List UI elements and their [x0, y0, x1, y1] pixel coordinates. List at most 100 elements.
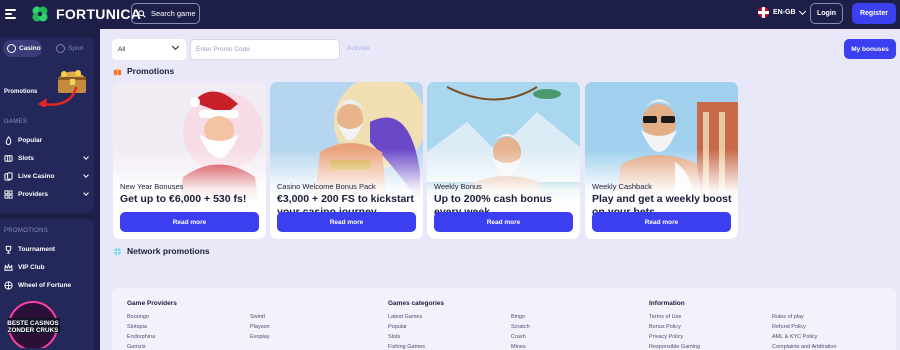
read-more-button[interactable]: Read more	[120, 212, 259, 232]
slots-icon	[4, 155, 13, 162]
footer-link[interactable]: Latest Games	[388, 314, 422, 320]
promotions-section-title: PROMOTIONS	[4, 228, 49, 234]
footer-link[interactable]: Fishing Games	[388, 344, 425, 350]
badge-line-1: BESTE CASINOS	[7, 320, 58, 327]
footer-column-title: Game Providers	[127, 300, 177, 307]
chevron-down-icon	[83, 172, 89, 178]
search-game-button[interactable]: Search game	[131, 3, 200, 24]
sidebar-item-label: Live Casino	[18, 173, 55, 180]
sidebar-item-label: Wheel of Fortune	[18, 282, 72, 289]
sidebar-item-label: Providers	[18, 191, 48, 198]
gift-icon	[113, 67, 122, 75]
footer-link[interactable]: Scratch	[511, 324, 530, 330]
beste-casinos-badge-logo: BESTE CASINOS ZONDER CRUKS	[7, 301, 60, 348]
language-selector[interactable]: EN-GB	[758, 7, 806, 18]
footer-link[interactable]: Swintt	[250, 314, 265, 320]
read-more-button[interactable]: Read more	[592, 212, 731, 232]
login-button[interactable]: Login	[810, 3, 843, 24]
sidebar-item-live-casino[interactable]: Live Casino	[4, 172, 89, 181]
promo-code-input[interactable]	[190, 39, 340, 60]
promo-card-welcome-pack[interactable]: Casino Welcome Bonus Pack €3,000 + 200 F…	[270, 82, 423, 239]
tab-sport[interactable]: Sport	[52, 40, 91, 57]
trophy-icon	[5, 245, 12, 254]
footer-link[interactable]: Refund Policy	[772, 324, 806, 330]
read-more-button[interactable]: Read more	[434, 212, 573, 232]
register-button[interactable]: Register	[852, 3, 896, 24]
promotions-heading: Promotions	[113, 66, 174, 76]
footer-link[interactable]: Gamzix	[127, 344, 146, 350]
footer-link[interactable]: Slots	[388, 334, 400, 340]
search-icon	[138, 9, 146, 18]
chevron-down-icon	[171, 42, 180, 51]
footer-link[interactable]: Mines	[511, 344, 526, 350]
card-title: Get up to €6,000 + 530 fs!	[120, 193, 247, 205]
footer-link[interactable]: AML & KYC Policy	[772, 334, 817, 340]
tab-casino[interactable]: Casino	[3, 40, 42, 57]
ball-icon	[56, 44, 65, 53]
my-bonuses-button[interactable]: My bonuses	[844, 39, 896, 59]
footer-link[interactable]: Complaints and Arbitration	[772, 344, 837, 350]
chevron-down-icon	[83, 154, 89, 160]
sidebar-item-label: VIP Club	[18, 264, 45, 271]
footer-link[interactable]: Endorphina	[127, 334, 155, 340]
site-logo[interactable]: FORTUNICA	[30, 4, 141, 24]
language-label: EN-GB	[773, 9, 796, 16]
chevron-down-icon	[798, 7, 806, 15]
footer-link[interactable]: Rules of play	[772, 314, 804, 320]
footer: Game Providers Booongo Swintt Slotopia P…	[112, 288, 896, 350]
search-label: Search game	[151, 9, 196, 18]
logo-text: FORTUNICA	[56, 6, 142, 22]
network-promotions-heading-text: Network promotions	[127, 246, 210, 256]
sidebar-item-tournament[interactable]: Tournament	[4, 245, 88, 254]
sidebar-item-label: Tournament	[18, 246, 56, 253]
footer-link[interactable]: Privacy Policy	[649, 334, 683, 340]
hamburger-menu-icon[interactable]	[5, 9, 16, 19]
network-globe-icon	[113, 247, 122, 255]
footer-link[interactable]: Evoplay	[250, 334, 270, 340]
promo-card-weekly-bonus[interactable]: Weekly Bonus Up to 200% cash bonus every…	[427, 82, 580, 239]
grid-icon	[4, 190, 13, 199]
cards-icon	[4, 172, 13, 181]
footer-link[interactable]: Booongo	[127, 314, 149, 320]
promo-card-weekly-cashback[interactable]: Weekly Cashback Play and get a weekly bo…	[585, 82, 738, 239]
card-subtitle: Casino Welcome Bonus Pack	[277, 182, 376, 191]
sidebar-item-vip-club[interactable]: VIP Club	[4, 263, 88, 272]
sidebar-item-slots[interactable]: Slots	[4, 154, 89, 163]
badge-line-2: ZONDER CRUKS	[8, 327, 59, 334]
sidebar-item-popular[interactable]: Popular	[4, 136, 88, 145]
card-subtitle: Weekly Cashback	[592, 182, 652, 191]
clover-logo-icon	[32, 6, 48, 22]
footer-link[interactable]: Popular	[388, 324, 407, 330]
footer-link[interactable]: Slotopia	[127, 324, 147, 330]
footer-link[interactable]: Terms of Use	[649, 314, 681, 320]
uk-flag-icon	[758, 7, 769, 18]
card-subtitle: Weekly Bonus	[434, 182, 482, 191]
category-select[interactable]: All	[112, 39, 186, 60]
footer-link[interactable]: Playson	[250, 324, 270, 330]
sidebar-item-wheel-of-fortune[interactable]: Wheel of Fortune	[4, 281, 88, 290]
promo-card-new-year[interactable]: New Year Bonuses Get up to €6,000 + 530 …	[113, 82, 266, 239]
footer-link[interactable]: Crash	[511, 334, 526, 340]
network-promotions-heading: Network promotions	[113, 246, 210, 256]
footer-link[interactable]: Bingo	[511, 314, 525, 320]
footer-link[interactable]: Responsible Gaming	[649, 344, 700, 350]
category-select-value: All	[118, 46, 126, 53]
sidebar-item-label: Popular	[18, 137, 43, 144]
promotions-heading-text: Promotions	[127, 66, 175, 76]
wheel-icon	[4, 281, 13, 290]
tab-sport-label: Sport	[68, 45, 84, 52]
sidebar: Casino Sport Promotions GAMES Popular Sl…	[0, 29, 100, 350]
sidebar-games-panel: GAMES Popular Slots Live Casino Provider…	[0, 107, 94, 213]
activate-button[interactable]: Activate	[347, 45, 370, 52]
chevron-down-icon	[83, 190, 89, 196]
flame-icon	[5, 136, 12, 145]
crown-icon	[4, 263, 13, 271]
casino-chip-icon	[7, 44, 16, 53]
card-subtitle: New Year Bonuses	[120, 182, 184, 191]
sidebar-item-providers[interactable]: Providers	[4, 190, 89, 199]
footer-column-title: Information	[649, 300, 685, 307]
games-section-title: GAMES	[4, 119, 28, 125]
footer-link[interactable]: Bonus Policy	[649, 324, 681, 330]
tab-casino-label: Casino	[19, 45, 41, 52]
read-more-button[interactable]: Read more	[277, 212, 416, 232]
